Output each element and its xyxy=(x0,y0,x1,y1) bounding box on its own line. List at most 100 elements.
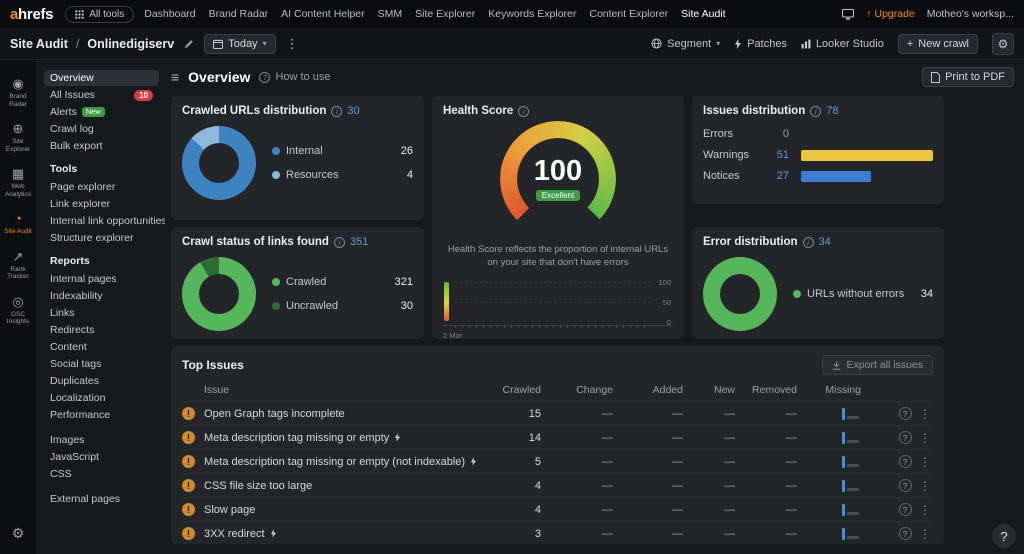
col-crawled[interactable]: Crawled xyxy=(493,384,541,396)
issue-name[interactable]: Meta description tag missing or empty (n… xyxy=(204,456,465,468)
sidebar-item-links[interactable]: Links xyxy=(44,305,159,321)
error-distribution-donut-chart[interactable] xyxy=(703,257,777,331)
issue-name[interactable]: Meta description tag missing or empty xyxy=(204,432,389,444)
row-menu-icon[interactable]: ⋮ xyxy=(919,503,931,517)
col-change[interactable]: Change xyxy=(541,384,613,396)
export-all-issues-button[interactable]: Export all issues xyxy=(821,355,933,375)
row-menu-icon[interactable]: ⋮ xyxy=(919,479,931,493)
patches-button[interactable]: Patches xyxy=(734,38,787,50)
sidebar-item-redirects[interactable]: Redirects xyxy=(44,322,159,338)
issue-name[interactable]: Open Graph tags incomplete xyxy=(204,408,345,420)
sidebar-item-localization[interactable]: Localization xyxy=(44,390,159,406)
issue-help-icon[interactable]: ? xyxy=(898,455,912,468)
issue-help-icon[interactable]: ? xyxy=(898,503,912,516)
sidebar-item-structure-explorer[interactable]: Structure explorer xyxy=(44,230,159,246)
edit-project-button[interactable] xyxy=(182,37,196,51)
sidebar-item-link-explorer[interactable]: Link explorer xyxy=(44,196,159,212)
info-icon[interactable]: i xyxy=(802,236,814,248)
print-to-pdf-button[interactable]: Print to PDF xyxy=(922,67,1014,87)
audit-settings-button[interactable]: ⚙ xyxy=(992,32,1014,55)
ahrefs-logo[interactable]: ahrefs xyxy=(10,6,54,23)
col-missing[interactable]: Missing xyxy=(797,384,861,396)
card-total-link[interactable]: 78 xyxy=(826,105,838,117)
rail-brand-radar[interactable]: ◉ Brand Radar xyxy=(1,74,35,111)
legend-item-uncrawled[interactable]: Uncrawled 30 xyxy=(272,300,413,312)
crawled-value[interactable]: 4 xyxy=(493,504,541,516)
nav-site-explorer[interactable]: Site Explorer xyxy=(415,8,475,20)
crawl-status-donut-chart[interactable] xyxy=(182,257,256,331)
nav-site-audit[interactable]: Site Audit xyxy=(681,8,725,20)
issue-row[interactable]: ! Meta description tag missing or empty … xyxy=(182,449,933,473)
issue-row[interactable]: ! CSS file size too large 4 — — — — ? ⋮ xyxy=(182,473,933,497)
crawled-value[interactable]: 14 xyxy=(493,432,541,444)
all-tools-button[interactable]: All tools xyxy=(65,5,135,23)
sidebar-item-content[interactable]: Content xyxy=(44,339,159,355)
legend-item-crawled[interactable]: Crawled 321 xyxy=(272,276,413,288)
nav-brand-radar[interactable]: Brand Radar xyxy=(209,8,269,20)
card-total-link[interactable]: 34 xyxy=(819,236,831,248)
info-icon[interactable]: i xyxy=(810,105,822,117)
issue-row[interactable]: ! Meta description tag missing or empty … xyxy=(182,425,933,449)
sidebar-item-internal-link-opportunities[interactable]: Internal link opportunities xyxy=(44,213,165,229)
workspace-switcher[interactable]: Motheo's worksp... xyxy=(927,8,1014,20)
issue-help-icon[interactable]: ? xyxy=(898,527,912,540)
issue-row[interactable]: ! Open Graph tags incomplete 15 — — — — … xyxy=(182,401,933,425)
header-more-button[interactable]: ⋮ xyxy=(284,36,301,52)
legend-item-no-errors[interactable]: URLs without errors 34 xyxy=(793,288,933,300)
looker-studio-button[interactable]: Looker Studio xyxy=(801,38,884,50)
collapse-sidebar-icon[interactable]: ≡ xyxy=(171,69,179,85)
date-range-button[interactable]: Today ▾ xyxy=(204,33,276,54)
row-menu-icon[interactable]: ⋮ xyxy=(919,431,931,445)
errors-row[interactable]: Errors 0 xyxy=(703,128,933,140)
sidebar-item-all-issues[interactable]: All Issues 10 xyxy=(44,87,159,103)
legend-item-internal[interactable]: Internal 26 xyxy=(272,145,413,157)
sidebar-item-crawl-log[interactable]: Crawl log xyxy=(44,121,159,137)
issue-help-icon[interactable]: ? xyxy=(898,431,912,444)
how-to-use-link[interactable]: ? How to use xyxy=(259,71,330,83)
issue-row[interactable]: ! 3XX redirect 3 — — — — ? ⋮ xyxy=(182,521,933,544)
issue-name[interactable]: 3XX redirect xyxy=(204,528,265,540)
warnings-row[interactable]: Warnings 51 xyxy=(703,149,933,161)
row-menu-icon[interactable]: ⋮ xyxy=(919,407,931,421)
sidebar-item-css[interactable]: CSS xyxy=(44,466,159,482)
sidebar-item-performance[interactable]: Performance xyxy=(44,407,159,423)
issue-row[interactable]: ! Slow page 4 — — — — ? ⋮ xyxy=(182,497,933,521)
card-total-link[interactable]: 351 xyxy=(350,236,368,248)
crawled-value[interactable]: 4 xyxy=(493,480,541,492)
rail-settings-gear-icon[interactable]: ⚙ xyxy=(12,525,25,542)
sidebar-item-page-explorer[interactable]: Page explorer xyxy=(44,179,159,195)
crawled-urls-donut-chart[interactable] xyxy=(182,126,256,200)
rail-web-analytics[interactable]: ▦ Web Analytics xyxy=(1,164,35,201)
col-added[interactable]: Added xyxy=(613,384,683,396)
upgrade-link[interactable]: ↑ Upgrade xyxy=(866,8,915,20)
col-issue[interactable]: Issue xyxy=(204,384,493,396)
sidebar-item-internal-pages[interactable]: Internal pages xyxy=(44,271,159,287)
sidebar-item-social-tags[interactable]: Social tags xyxy=(44,356,159,372)
info-icon[interactable]: i xyxy=(518,105,530,117)
row-menu-icon[interactable]: ⋮ xyxy=(919,455,931,469)
sidebar-item-external-pages[interactable]: External pages xyxy=(44,491,159,507)
issue-name[interactable]: Slow page xyxy=(204,504,255,516)
row-value[interactable]: 27 xyxy=(761,170,789,182)
breadcrumb-project[interactable]: Onlinedigiserv xyxy=(87,37,174,51)
rail-site-explorer[interactable]: ⊕ Site Explorer xyxy=(1,119,35,156)
col-removed[interactable]: Removed xyxy=(735,384,797,396)
nav-content-explorer[interactable]: Content Explorer xyxy=(589,8,668,20)
row-menu-icon[interactable]: ⋮ xyxy=(919,527,931,541)
crawled-value[interactable]: 15 xyxy=(493,408,541,420)
card-total-link[interactable]: 30 xyxy=(347,105,359,117)
issue-help-icon[interactable]: ? xyxy=(898,479,912,492)
nav-ai-content-helper[interactable]: AI Content Helper xyxy=(281,8,364,20)
issue-name[interactable]: CSS file size too large xyxy=(204,480,312,492)
sidebar-item-images[interactable]: Images xyxy=(44,432,159,448)
info-icon[interactable]: i xyxy=(333,236,345,248)
row-value[interactable]: 51 xyxy=(761,149,789,161)
rail-gsc-insights[interactable]: ◎ GSC Insights xyxy=(1,292,35,329)
sidebar-item-indexability[interactable]: Indexability xyxy=(44,288,159,304)
desktop-icon[interactable] xyxy=(842,8,855,20)
info-icon[interactable]: i xyxy=(331,105,343,117)
new-crawl-button[interactable]: + New crawl xyxy=(897,33,978,54)
sidebar-item-alerts[interactable]: Alerts New xyxy=(44,104,159,120)
notices-row[interactable]: Notices 27 xyxy=(703,170,933,182)
crawled-value[interactable]: 5 xyxy=(493,456,541,468)
